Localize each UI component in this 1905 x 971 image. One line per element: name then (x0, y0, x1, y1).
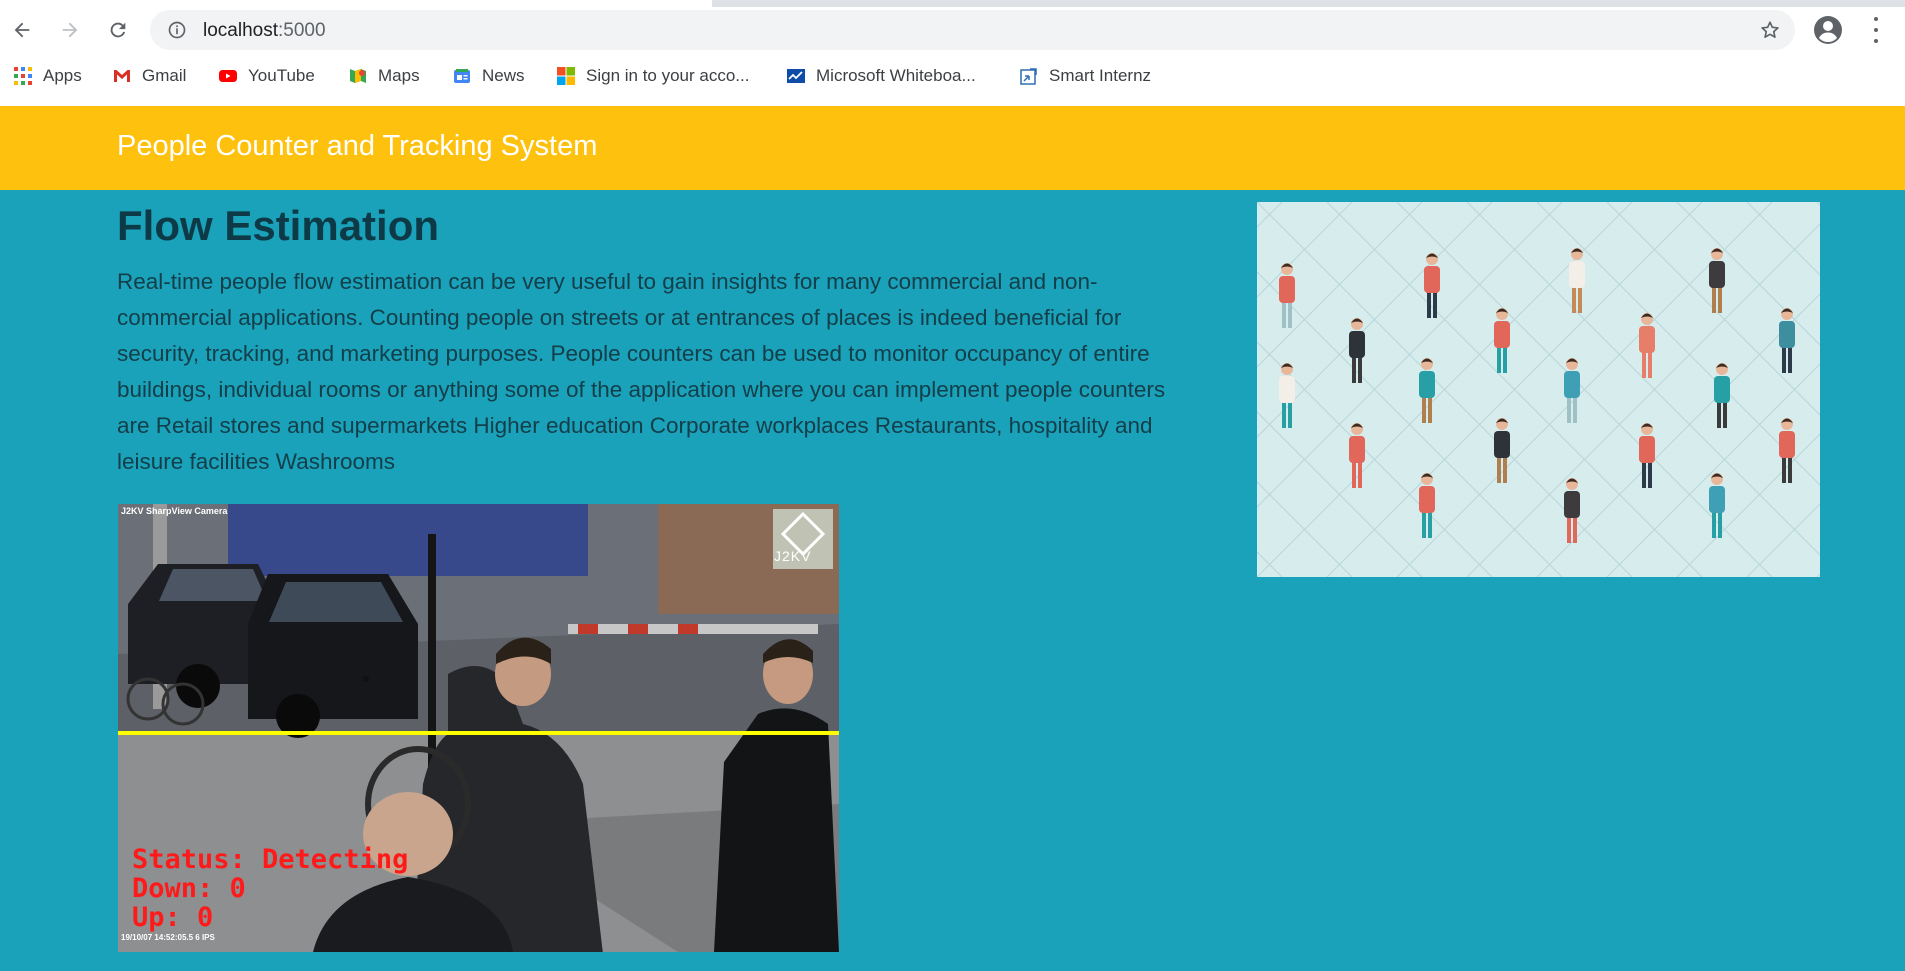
bookmark-gmail[interactable]: Gmail (112, 65, 186, 87)
description-paragraph: Real-time people flow estimation can be … (117, 269, 1166, 474)
bookmark-maps[interactable]: Maps (348, 65, 420, 87)
camera-watermark: J2KV (774, 548, 812, 564)
url-port: :5000 (278, 20, 326, 41)
crowd-illustration (1257, 202, 1820, 577)
status-text: Status: Detecting (132, 844, 409, 875)
news-icon (454, 69, 470, 83)
reload-icon (110, 22, 126, 38)
detection-overlay: Status: Detecting Down: 0 Up: 0 (132, 845, 408, 932)
bookmark-microsoft-signin[interactable]: Sign in to your acco... (556, 65, 749, 87)
bookmark-news[interactable]: News (452, 65, 525, 87)
site-info-icon[interactable] (167, 20, 187, 40)
crowd-people-graphic (1257, 202, 1820, 577)
site-header: People Counter and Tracking System (0, 106, 1905, 190)
back-arrow-icon (14, 22, 30, 38)
bookmark-star-icon[interactable] (1759, 19, 1781, 41)
bookmark-apps[interactable]: Apps (13, 65, 82, 87)
bookmark-youtube[interactable]: YouTube (218, 65, 315, 87)
bookmark-label: Maps (378, 66, 420, 85)
smartinternz-icon (1020, 68, 1037, 85)
bookmark-label: News (482, 66, 525, 85)
reload-button[interactable] (101, 13, 135, 47)
video-feed: J2KV SharpView Camera J2KV Status: Detec… (118, 504, 839, 952)
camera-label: J2KV SharpView Camera (121, 506, 228, 516)
tab-strip (0, 0, 1905, 7)
bookmark-smart-internz[interactable]: Smart Internz (1019, 65, 1151, 87)
video-timestamp: 19/10/07 14:52:05.5 6 IPS (121, 933, 215, 942)
bookmark-whiteboard[interactable]: Microsoft Whiteboa... (786, 65, 976, 87)
url-text[interactable]: localhost:5000 (203, 20, 326, 42)
forward-button[interactable] (53, 13, 87, 47)
forward-arrow-icon (62, 22, 78, 38)
youtube-icon (219, 70, 237, 82)
maps-icon (350, 69, 366, 83)
url-host: localhost (203, 20, 278, 41)
bookmark-label: YouTube (248, 66, 315, 85)
bookmark-label: Apps (43, 66, 82, 85)
browser-menu-button[interactable] (1866, 17, 1886, 43)
gmail-icon (114, 70, 130, 82)
apps-grid-icon (14, 67, 32, 85)
address-bar[interactable]: localhost:5000 (150, 10, 1795, 50)
whiteboard-icon (787, 69, 805, 83)
bookmarks-bar: Apps Gmail YouTube Maps News Sign in to … (0, 57, 1905, 97)
bookmark-label: Sign in to your acco... (586, 66, 750, 85)
bookmark-label: Smart Internz (1049, 66, 1152, 85)
bookmark-label: Gmail (142, 66, 187, 85)
page-heading: Flow Estimation (117, 202, 440, 249)
down-count-text: Down: 0 (132, 873, 246, 904)
microsoft-icon (557, 67, 575, 85)
profile-avatar-icon[interactable] (1813, 15, 1843, 45)
browser-toolbar: localhost:5000 (0, 7, 1905, 53)
counting-line (118, 731, 839, 735)
browser-chrome: localhost:5000 Apps Gmail YouTube Maps N… (0, 0, 1905, 106)
active-tab[interactable] (0, 0, 712, 7)
bookmark-label: Microsoft Whiteboa... (816, 66, 976, 85)
site-title[interactable]: People Counter and Tracking System (117, 130, 597, 163)
back-button[interactable] (5, 13, 39, 47)
up-count-text: Up: 0 (132, 902, 214, 933)
